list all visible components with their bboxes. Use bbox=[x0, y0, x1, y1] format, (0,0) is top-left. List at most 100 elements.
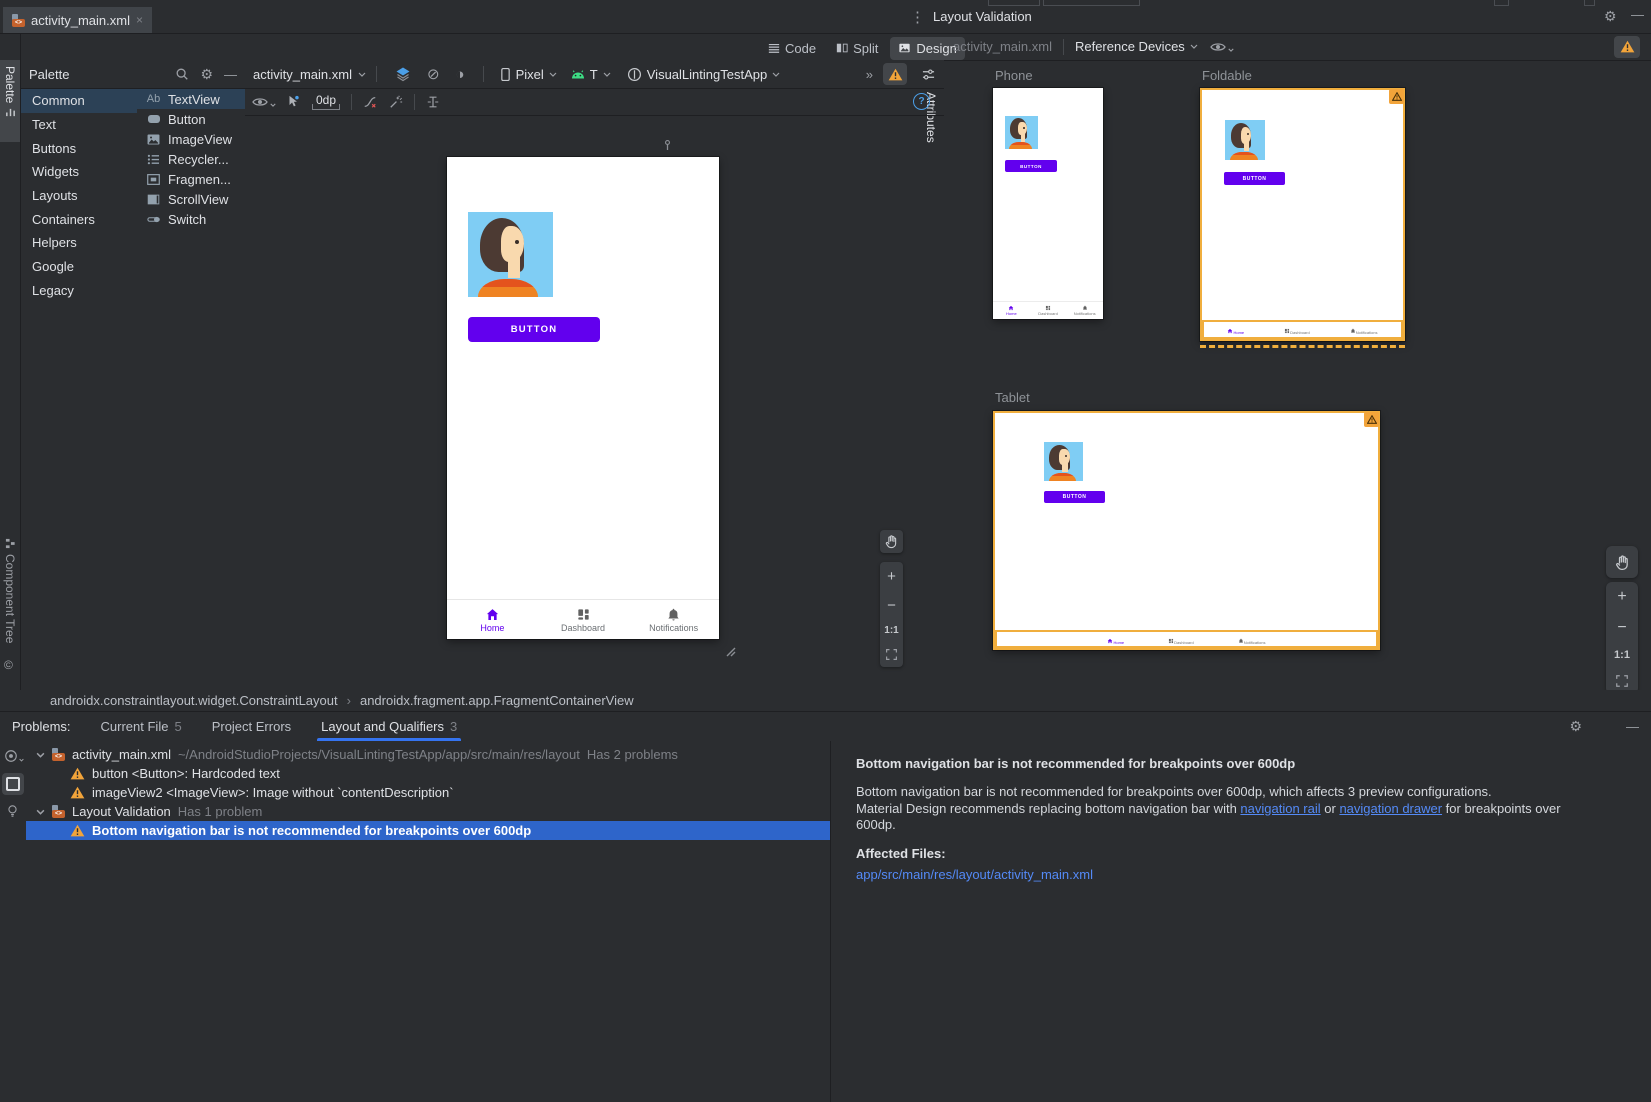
gear-icon[interactable]: ⚙ bbox=[1604, 8, 1617, 25]
tab-project-errors[interactable]: Project Errors bbox=[212, 712, 291, 741]
preview-tablet[interactable]: BUTTON Home Dashboard Notifications bbox=[993, 411, 1380, 650]
clear-constraints-icon[interactable] bbox=[363, 95, 377, 109]
component-tree-stripe-tab[interactable]: Component Tree bbox=[0, 538, 20, 643]
palette-item-scrollview[interactable]: ScrollView bbox=[137, 189, 245, 209]
zoom-fit-icon[interactable] bbox=[1615, 674, 1629, 688]
zoom-actual-button[interactable]: 1:1 bbox=[1614, 649, 1630, 661]
zoom-fit-icon[interactable] bbox=[885, 648, 898, 661]
palette-category-legacy[interactable]: Legacy bbox=[21, 279, 137, 303]
zoom-out-button[interactable]: − bbox=[887, 597, 896, 614]
tab-current-file[interactable]: Current File5 bbox=[101, 712, 182, 741]
validation-issues-toggle[interactable] bbox=[1614, 36, 1640, 58]
palette-item-imageview[interactable]: ImageView bbox=[137, 129, 245, 149]
reference-devices-selector[interactable]: Reference Devices bbox=[1075, 39, 1198, 54]
search-icon[interactable] bbox=[175, 67, 189, 81]
tree-row-issue-bottom-nav-selected[interactable]: Bottom navigation bar is not recommended… bbox=[26, 821, 830, 840]
theme-icon bbox=[627, 67, 642, 82]
phone-icon bbox=[500, 67, 511, 82]
autoconnect-icon[interactable] bbox=[286, 94, 300, 109]
breadcrumb-constraintlayout[interactable]: androidx.constraintlayout.widget.Constra… bbox=[50, 693, 338, 708]
palette-item-switch[interactable]: Switch bbox=[137, 209, 245, 229]
api-level-selector[interactable]: T bbox=[571, 67, 611, 82]
layers-icon[interactable] bbox=[395, 66, 411, 82]
mode-code-button[interactable]: Code bbox=[760, 37, 824, 60]
palette-item-button[interactable]: Button bbox=[137, 109, 245, 129]
chevron-down-icon bbox=[1228, 48, 1234, 52]
zoom-actual-button[interactable]: 1:1 bbox=[884, 625, 898, 636]
filter-button[interactable] bbox=[4, 749, 24, 763]
palette-item-fragmentcontainerview[interactable]: Fragmen... bbox=[137, 169, 245, 189]
palette-stripe-tab[interactable]: Palette bbox=[0, 60, 20, 142]
lightbulb-icon[interactable] bbox=[6, 803, 19, 819]
tree-expand-icon[interactable] bbox=[36, 752, 45, 758]
theme-selector[interactable]: VisualLintingTestApp bbox=[627, 67, 780, 82]
palette-item-recyclerview[interactable]: Recycler... bbox=[137, 149, 245, 169]
device-selector[interactable]: Pixel bbox=[500, 67, 557, 82]
palette-category-text[interactable]: Text bbox=[21, 113, 137, 137]
bottom-navigation-bar: Home Dashboard Notifications bbox=[993, 301, 1103, 319]
tab-layout-and-qualifiers[interactable]: Layout and Qualifiers3 bbox=[321, 712, 457, 741]
tree-expand-icon[interactable] bbox=[36, 809, 45, 815]
affected-file-link[interactable]: app/src/main/res/layout/activity_main.xm… bbox=[856, 867, 1651, 882]
close-icon[interactable]: × bbox=[136, 13, 143, 27]
navigation-rail-link[interactable]: navigation rail bbox=[1240, 801, 1320, 816]
zoom-in-button[interactable]: + bbox=[1617, 588, 1626, 606]
palette-minimize-icon[interactable]: — bbox=[224, 67, 237, 82]
material-button[interactable]: BUTTON bbox=[468, 317, 600, 342]
nav-item-notifications[interactable]: Notifications bbox=[628, 600, 719, 639]
view-options-button[interactable] bbox=[252, 96, 276, 108]
palette-category-buttons[interactable]: Buttons bbox=[21, 136, 137, 160]
preview-phone[interactable]: BUTTON Home Dashboard Notifications bbox=[993, 88, 1103, 319]
palette-header: Palette ⚙ — bbox=[21, 60, 245, 89]
nav-item-dashboard[interactable]: Dashboard bbox=[538, 600, 629, 639]
chevron-down-icon bbox=[19, 758, 24, 762]
attributes-sliders-icon[interactable] bbox=[921, 68, 936, 81]
minimize-icon[interactable]: — bbox=[1631, 7, 1644, 22]
no-design-tools-icon[interactable]: ⊘ bbox=[427, 65, 440, 83]
kebab-menu-icon[interactable]: ⋮ bbox=[910, 8, 925, 26]
detail-line2: Material Design recommends replacing bot… bbox=[856, 801, 1584, 834]
palette-gear-icon[interactable]: ⚙ bbox=[200, 66, 213, 83]
file-name: activity_main.xml bbox=[72, 747, 171, 762]
phone-preview-screen[interactable]: BUTTON Home Dashboard Notifications bbox=[447, 157, 719, 639]
zoom-out-button[interactable]: − bbox=[1617, 619, 1626, 637]
open-preview-toggle[interactable] bbox=[2, 773, 24, 795]
problem-detail-pane: Bottom navigation bar is not recommended… bbox=[830, 741, 1651, 1102]
problems-gear-icon[interactable]: ⚙ bbox=[1569, 718, 1582, 735]
palette-category-helpers[interactable]: Helpers bbox=[21, 231, 137, 255]
layout-file-selector[interactable]: activity_main.xml bbox=[253, 67, 366, 82]
validation-view-options[interactable] bbox=[1210, 41, 1234, 53]
pan-button[interactable] bbox=[880, 530, 903, 553]
problems-minimize-icon[interactable]: — bbox=[1626, 719, 1639, 734]
android-studio-window: <> activity_main.xml × ⋮ Layout Validati… bbox=[0, 0, 1651, 1102]
palette-category-google[interactable]: Google bbox=[21, 255, 137, 279]
align-icon[interactable] bbox=[426, 95, 440, 109]
palette-item-textview[interactable]: Ab TextView bbox=[137, 89, 245, 109]
pan-button[interactable] bbox=[1606, 546, 1638, 578]
preview-foldable[interactable]: BUTTON Home Dashboard Notifications bbox=[1200, 88, 1405, 341]
palette-category-common[interactable]: Common bbox=[21, 89, 137, 113]
zoom-in-button[interactable]: + bbox=[887, 568, 896, 585]
design-canvas[interactable]: BUTTON Home Dashboard Notifications bbox=[245, 115, 921, 690]
xml-file-icon: <> bbox=[12, 14, 25, 27]
recyclerview-icon bbox=[146, 154, 161, 165]
palette-category-containers[interactable]: Containers bbox=[21, 207, 137, 231]
infer-constraints-icon[interactable] bbox=[389, 95, 403, 109]
detail-description: Bottom navigation bar is not recommended… bbox=[856, 784, 1584, 834]
avatar-image[interactable] bbox=[468, 212, 553, 297]
navigation-drawer-link[interactable]: navigation drawer bbox=[1339, 801, 1442, 816]
palette-category-widgets[interactable]: Widgets bbox=[21, 160, 137, 184]
palette-category-layouts[interactable]: Layouts bbox=[21, 184, 137, 208]
overflow-chevrons[interactable]: » bbox=[866, 67, 873, 82]
night-mode-icon[interactable]: ◑ bbox=[456, 66, 465, 83]
breadcrumb-fragmentcontainerview[interactable]: androidx.fragment.app.FragmentContainerV… bbox=[360, 693, 634, 708]
canvas-resize-handle[interactable] bbox=[722, 643, 736, 657]
nav-item-home[interactable]: Home bbox=[447, 600, 538, 639]
file-path: ~/AndroidStudioProjects/VisualLintingTes… bbox=[178, 747, 580, 762]
tab-activity-main-xml[interactable]: <> activity_main.xml × bbox=[3, 7, 152, 33]
help-icon[interactable]: ? bbox=[913, 93, 930, 110]
issues-panel-toggle[interactable] bbox=[883, 63, 907, 85]
default-margins-selector[interactable]: 0dp bbox=[312, 93, 340, 110]
affected-files-label: Affected Files: bbox=[856, 846, 1651, 861]
mode-split-button[interactable]: Split bbox=[828, 37, 886, 60]
